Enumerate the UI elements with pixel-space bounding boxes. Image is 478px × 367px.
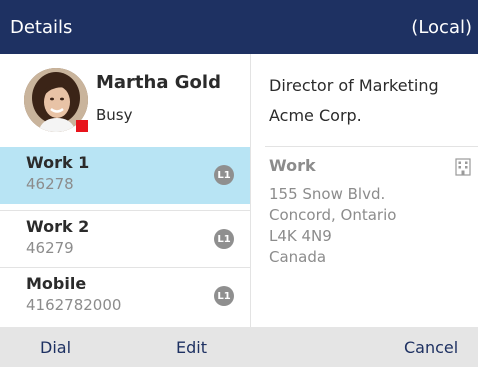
address-label: Work [269, 156, 316, 175]
contact-status: Busy [96, 106, 133, 124]
edit-button[interactable]: Edit [176, 338, 207, 357]
address-postal: L4K 4N9 [269, 227, 332, 245]
directory-scope: (Local) [411, 16, 472, 38]
building-icon [455, 158, 471, 176]
line-badge-icon: L1 [214, 229, 234, 249]
address-street: 155 Snow Blvd. [269, 185, 386, 203]
line-label: Mobile [26, 274, 87, 293]
details-panel: Director of Marketing Acme Corp. Work 15… [251, 54, 478, 327]
line-item-work-2[interactable]: Work 2 46279 L1 [0, 210, 250, 267]
line-item-work-1[interactable]: Work 1 46278 L1 [0, 147, 250, 204]
line-label: Work 1 [26, 153, 90, 172]
line-number: 46279 [26, 239, 74, 257]
address-country: Canada [269, 248, 327, 266]
dial-button[interactable]: Dial [40, 338, 71, 357]
contact-name: Martha Gold [96, 72, 221, 93]
line-label: Work 2 [26, 217, 90, 236]
address-block: 155 Snow Blvd. Concord, Ontario L4K 4N9 … [269, 184, 396, 268]
address-city: Concord, Ontario [269, 206, 397, 224]
line-item-mobile[interactable]: Mobile 4162782000 L1 [0, 267, 250, 324]
line-badge-icon: L1 [214, 165, 234, 185]
line-number: 4162782000 [26, 296, 122, 314]
line-badge-icon: L1 [214, 286, 234, 306]
contact-header: Martha Gold Busy [0, 54, 250, 147]
job-title: Director of Marketing [269, 76, 439, 95]
cancel-button[interactable]: Cancel [404, 338, 458, 357]
section-divider [265, 146, 478, 147]
company-name: Acme Corp. [269, 106, 362, 125]
page-title: Details [10, 16, 73, 38]
contact-panel: Martha Gold Busy Work 1 46278 L1 Work 2 … [0, 54, 250, 327]
presence-busy-indicator [76, 120, 88, 132]
line-number: 46278 [26, 175, 74, 193]
title-bar: Details (Local) [0, 0, 478, 54]
softkey-bar: Dial Edit Cancel [0, 327, 478, 367]
